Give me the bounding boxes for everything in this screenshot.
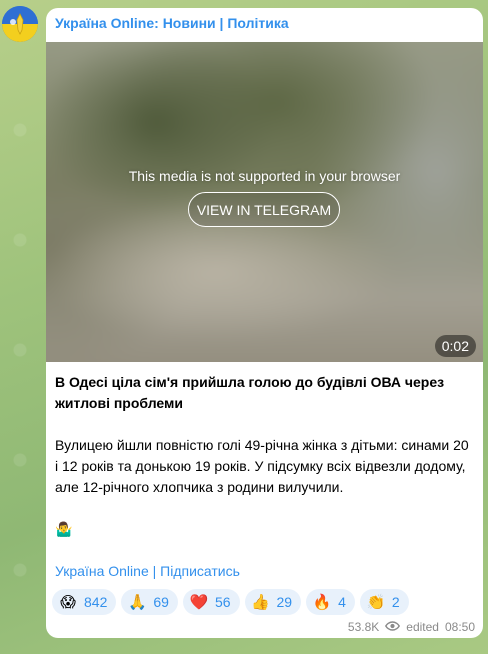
- reaction-count: 56: [214, 594, 231, 610]
- post-body: Вулицею йшли повністю голі 49-річна жінк…: [55, 437, 469, 495]
- eye-icon: [385, 620, 401, 634]
- reaction-thumbs-up[interactable]: 👍 29: [244, 589, 302, 615]
- channel-name[interactable]: Україна Online: Новини | Політика: [55, 15, 289, 31]
- post-emoji: 🤷‍♂️: [55, 521, 73, 537]
- reaction-clap[interactable]: 👏 2: [359, 589, 409, 615]
- reaction-count: 69: [153, 594, 169, 610]
- clap-emoji-icon: 👏: [366, 594, 386, 611]
- unsupported-media-message: This media is not supported in your brow…: [128, 168, 401, 184]
- view-in-telegram-button[interactable]: VIEW IN TELEGRAM: [188, 192, 340, 227]
- views-count: 53.8K: [347, 620, 380, 634]
- video-duration-badge: 0:02: [434, 335, 476, 357]
- message-meta: 53.8K edited 08:50: [348, 620, 475, 634]
- message-time: 08:50: [444, 620, 475, 634]
- pray-emoji-icon: 🙏: [128, 594, 147, 611]
- reaction-count: 29: [276, 594, 293, 610]
- video-preview[interactable]: This media is not supported in your brow…: [46, 42, 483, 362]
- reaction-pray[interactable]: 🙏 69: [121, 589, 178, 615]
- reactions-bar: 😱 842 🙏 69 ❤️ 56 👍 29 🔥 4 👏 2: [52, 589, 409, 615]
- reaction-scream[interactable]: 😱 842: [52, 589, 117, 615]
- fire-emoji-icon: 🔥: [312, 594, 332, 611]
- reaction-count: 2: [391, 594, 400, 610]
- heart-emoji-icon: ❤️: [189, 594, 209, 611]
- post-title: В Одесі ціла сім'я прийшла голою до буді…: [55, 374, 445, 411]
- edited-label: edited: [406, 620, 439, 634]
- scream-emoji-icon: 😱: [60, 594, 76, 611]
- reaction-count: 842: [84, 594, 108, 610]
- message-bubble: Україна Online: Новини | Політика This m…: [46, 8, 483, 638]
- thumbs-up-emoji-icon: 👍: [251, 594, 270, 611]
- subscribe-link[interactable]: Україна Online | Підписатись: [55, 563, 240, 579]
- post-text: В Одесі ціла сім'я прийшла голою до буді…: [55, 372, 475, 540]
- channel-avatar[interactable]: [2, 6, 38, 42]
- reaction-fire[interactable]: 🔥 4: [306, 589, 355, 615]
- avatar-image: [2, 6, 38, 42]
- reaction-count: 4: [338, 594, 346, 610]
- reaction-heart[interactable]: ❤️ 56: [182, 589, 240, 615]
